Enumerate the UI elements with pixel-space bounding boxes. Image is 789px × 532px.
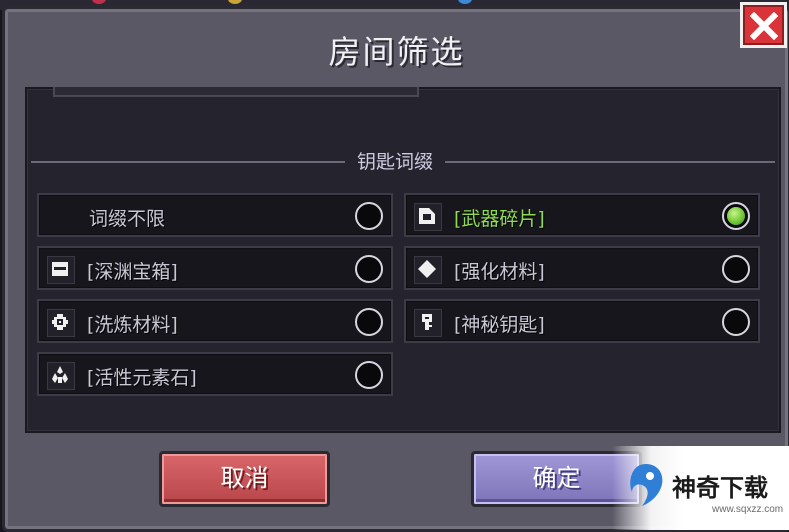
mystery-key-icon [414, 309, 442, 337]
section-label: 钥匙词缀 [345, 147, 446, 174]
radio-button[interactable] [722, 308, 750, 336]
top-decoration [458, 0, 472, 4]
top-decoration [228, 0, 242, 4]
option-label: 词缀不限 [89, 208, 166, 230]
option-element-stone[interactable]: [活性元素石] [37, 352, 393, 396]
close-button[interactable] [740, 2, 787, 48]
option-label: [强化材料] [454, 261, 545, 283]
filter-panel: 钥匙词缀 词缀不限 [武器碎片] [深渊宝箱] [强化材料] [洗炼材料] [神… [25, 87, 781, 433]
option-any-affix[interactable]: 词缀不限 [37, 193, 393, 237]
weapon-fragment-icon [414, 203, 442, 231]
option-label: [武器碎片] [454, 208, 545, 230]
radio-button[interactable] [722, 255, 750, 283]
option-enhance-material[interactable]: [强化材料] [404, 246, 760, 290]
radio-button[interactable] [355, 308, 383, 336]
radio-button[interactable] [355, 255, 383, 283]
refine-material-icon [47, 309, 75, 337]
option-label: [深渊宝箱] [87, 261, 178, 283]
radio-button[interactable] [355, 202, 383, 230]
option-label: [洗炼材料] [87, 314, 178, 336]
option-label: [神秘钥匙] [454, 314, 545, 336]
scroll-content-edge [53, 87, 419, 97]
abyss-chest-icon [47, 256, 75, 284]
element-stone-icon [47, 362, 75, 390]
cancel-button[interactable]: 取消 [159, 451, 330, 507]
watermark-text: 神奇下载 [672, 474, 768, 502]
option-label: [活性元素石] [87, 367, 197, 389]
option-mystery-key[interactable]: [神秘钥匙] [404, 299, 760, 343]
watermark-url: www.sqxzz.com [712, 504, 784, 515]
option-refine-material[interactable]: [洗炼材料] [37, 299, 393, 343]
close-x-icon [750, 12, 778, 40]
radio-button-selected[interactable] [722, 202, 750, 230]
watermark: 神奇下载 www.sqxzz.com [612, 446, 789, 530]
option-abyss-chest[interactable]: [深渊宝箱] [37, 246, 393, 290]
dialog-title: 房间筛选 [328, 33, 465, 71]
option-weapon-fragment[interactable]: [武器碎片] [404, 193, 760, 237]
watermark-logo-icon [630, 464, 663, 506]
enhance-material-icon [414, 256, 442, 284]
top-decoration [92, 0, 106, 4]
radio-button[interactable] [355, 361, 383, 389]
